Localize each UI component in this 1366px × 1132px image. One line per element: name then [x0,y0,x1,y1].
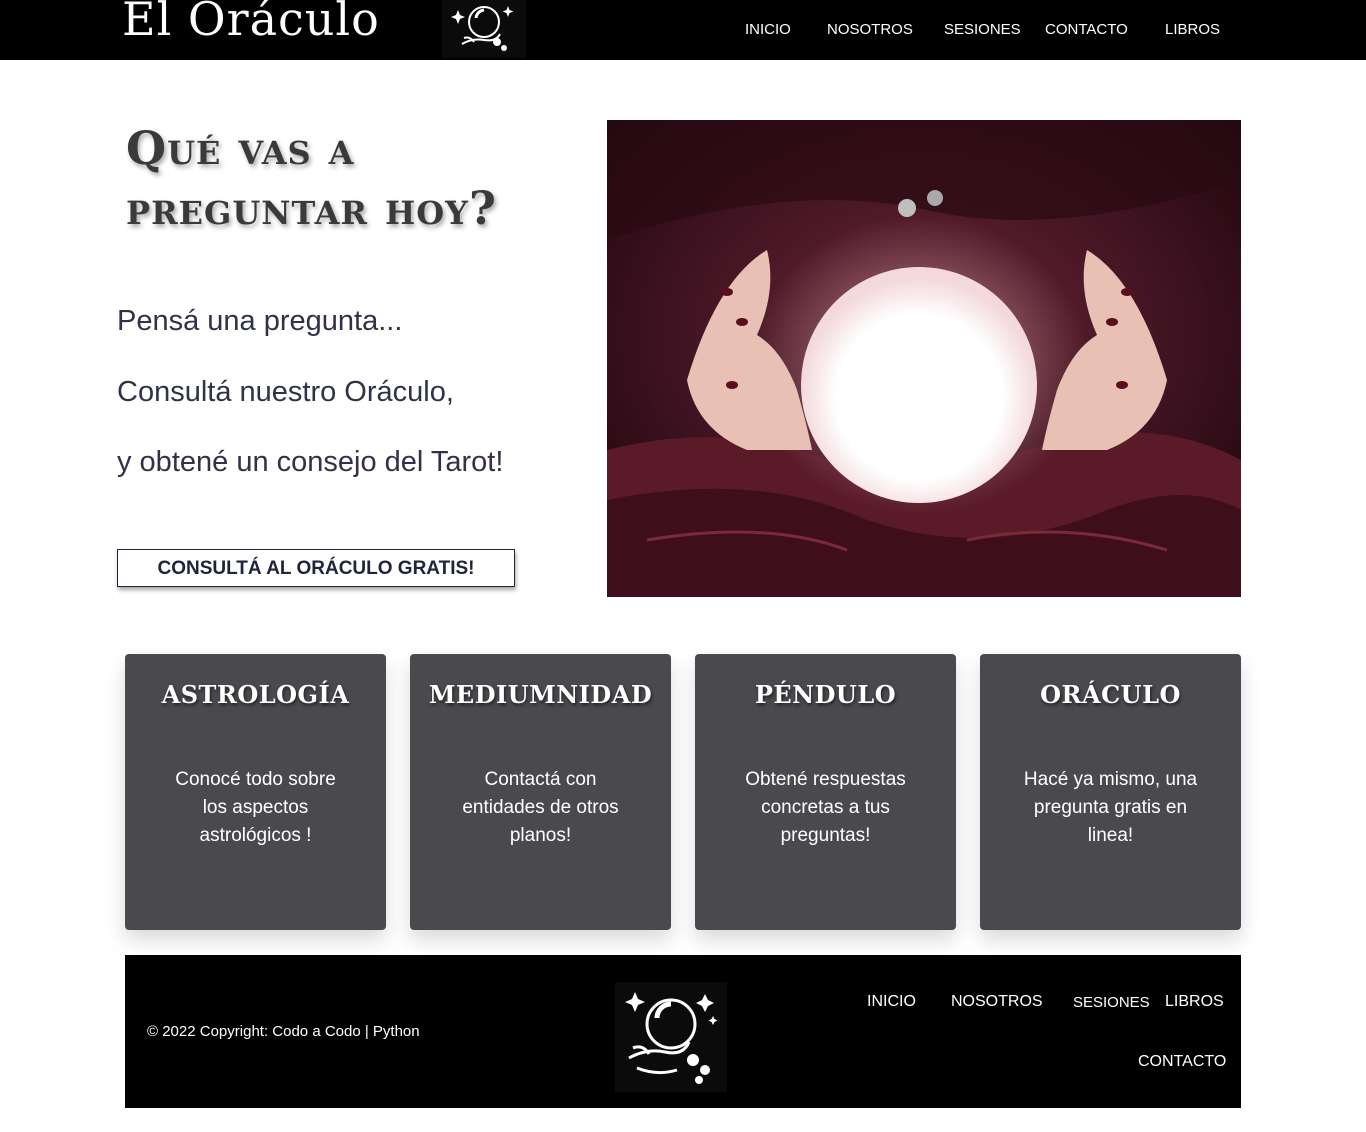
site-brand[interactable]: El Oráculo [122,0,380,46]
nav-inicio[interactable]: INICIO [745,21,791,38]
card-title: PÉNDULO [754,680,897,709]
card-oraculo[interactable]: ORÁCULO Hacé ya mismo, una pregunta grat… [980,654,1241,930]
card-title: ORÁCULO [1040,680,1181,709]
card-text: Contactá con entidades de otros planos! [462,769,619,846]
card-text: Conocé todo sobre los aspectos astrológi… [175,769,336,846]
card-title: ASTROLOGÍA [161,680,350,709]
consult-oracle-button[interactable]: CONSULTÁ AL ORÁCULO GRATIS! [117,549,515,587]
nav-nosotros[interactable]: NOSOTROS [827,21,913,38]
card-text: Hacé ya mismo, una pregunta gratis en li… [1023,769,1198,846]
header: El Oráculo INICIO NOSOTROS SESIONES CONT… [0,0,1366,60]
copyright-text: © 2022 Copyright: Codo a Codo | Python [147,1023,420,1040]
nav-contacto[interactable]: CONTACTO [1045,21,1128,38]
footer-nav-nosotros[interactable]: NOSOTROS [951,993,1043,1011]
nav-libros[interactable]: LIBROS [1165,21,1220,38]
crystal-ball-logo-icon[interactable] [442,0,526,58]
card-text: Obtené respuestas concretas a tus pregun… [745,769,906,846]
hero-title: Qué vas a preguntar hoy? [126,121,497,235]
hero-line-3: y obtené un consejo del Tarot! [117,446,504,478]
card-title: MEDIUMNIDAD [428,680,653,709]
card-pendulo[interactable]: PÉNDULO Obtené respuestas concretas a tu… [695,654,956,930]
crystal-ball-photo [607,120,1241,597]
hero-line-2: Consultá nuestro Oráculo, [117,376,454,408]
hero-line-1: Pensá una pregunta... [117,305,403,337]
card-mediumnidad[interactable]: MEDIUMNIDAD Contactá con entidades de ot… [410,654,671,930]
footer-nav-sesiones[interactable]: SESIONES [1073,994,1150,1011]
footer: © 2022 Copyright: Codo a Codo | Python I… [125,955,1241,1108]
footer-nav-inicio[interactable]: INICIO [867,993,916,1011]
card-astrologia[interactable]: ASTROLOGÍA Conocé todo sobre los aspecto… [125,654,386,930]
crystal-ball-logo-icon [615,982,727,1092]
footer-nav-contacto[interactable]: CONTACTO [1138,1053,1226,1071]
footer-nav-libros[interactable]: LIBROS [1165,993,1224,1011]
nav-sesiones[interactable]: SESIONES [944,21,1021,38]
